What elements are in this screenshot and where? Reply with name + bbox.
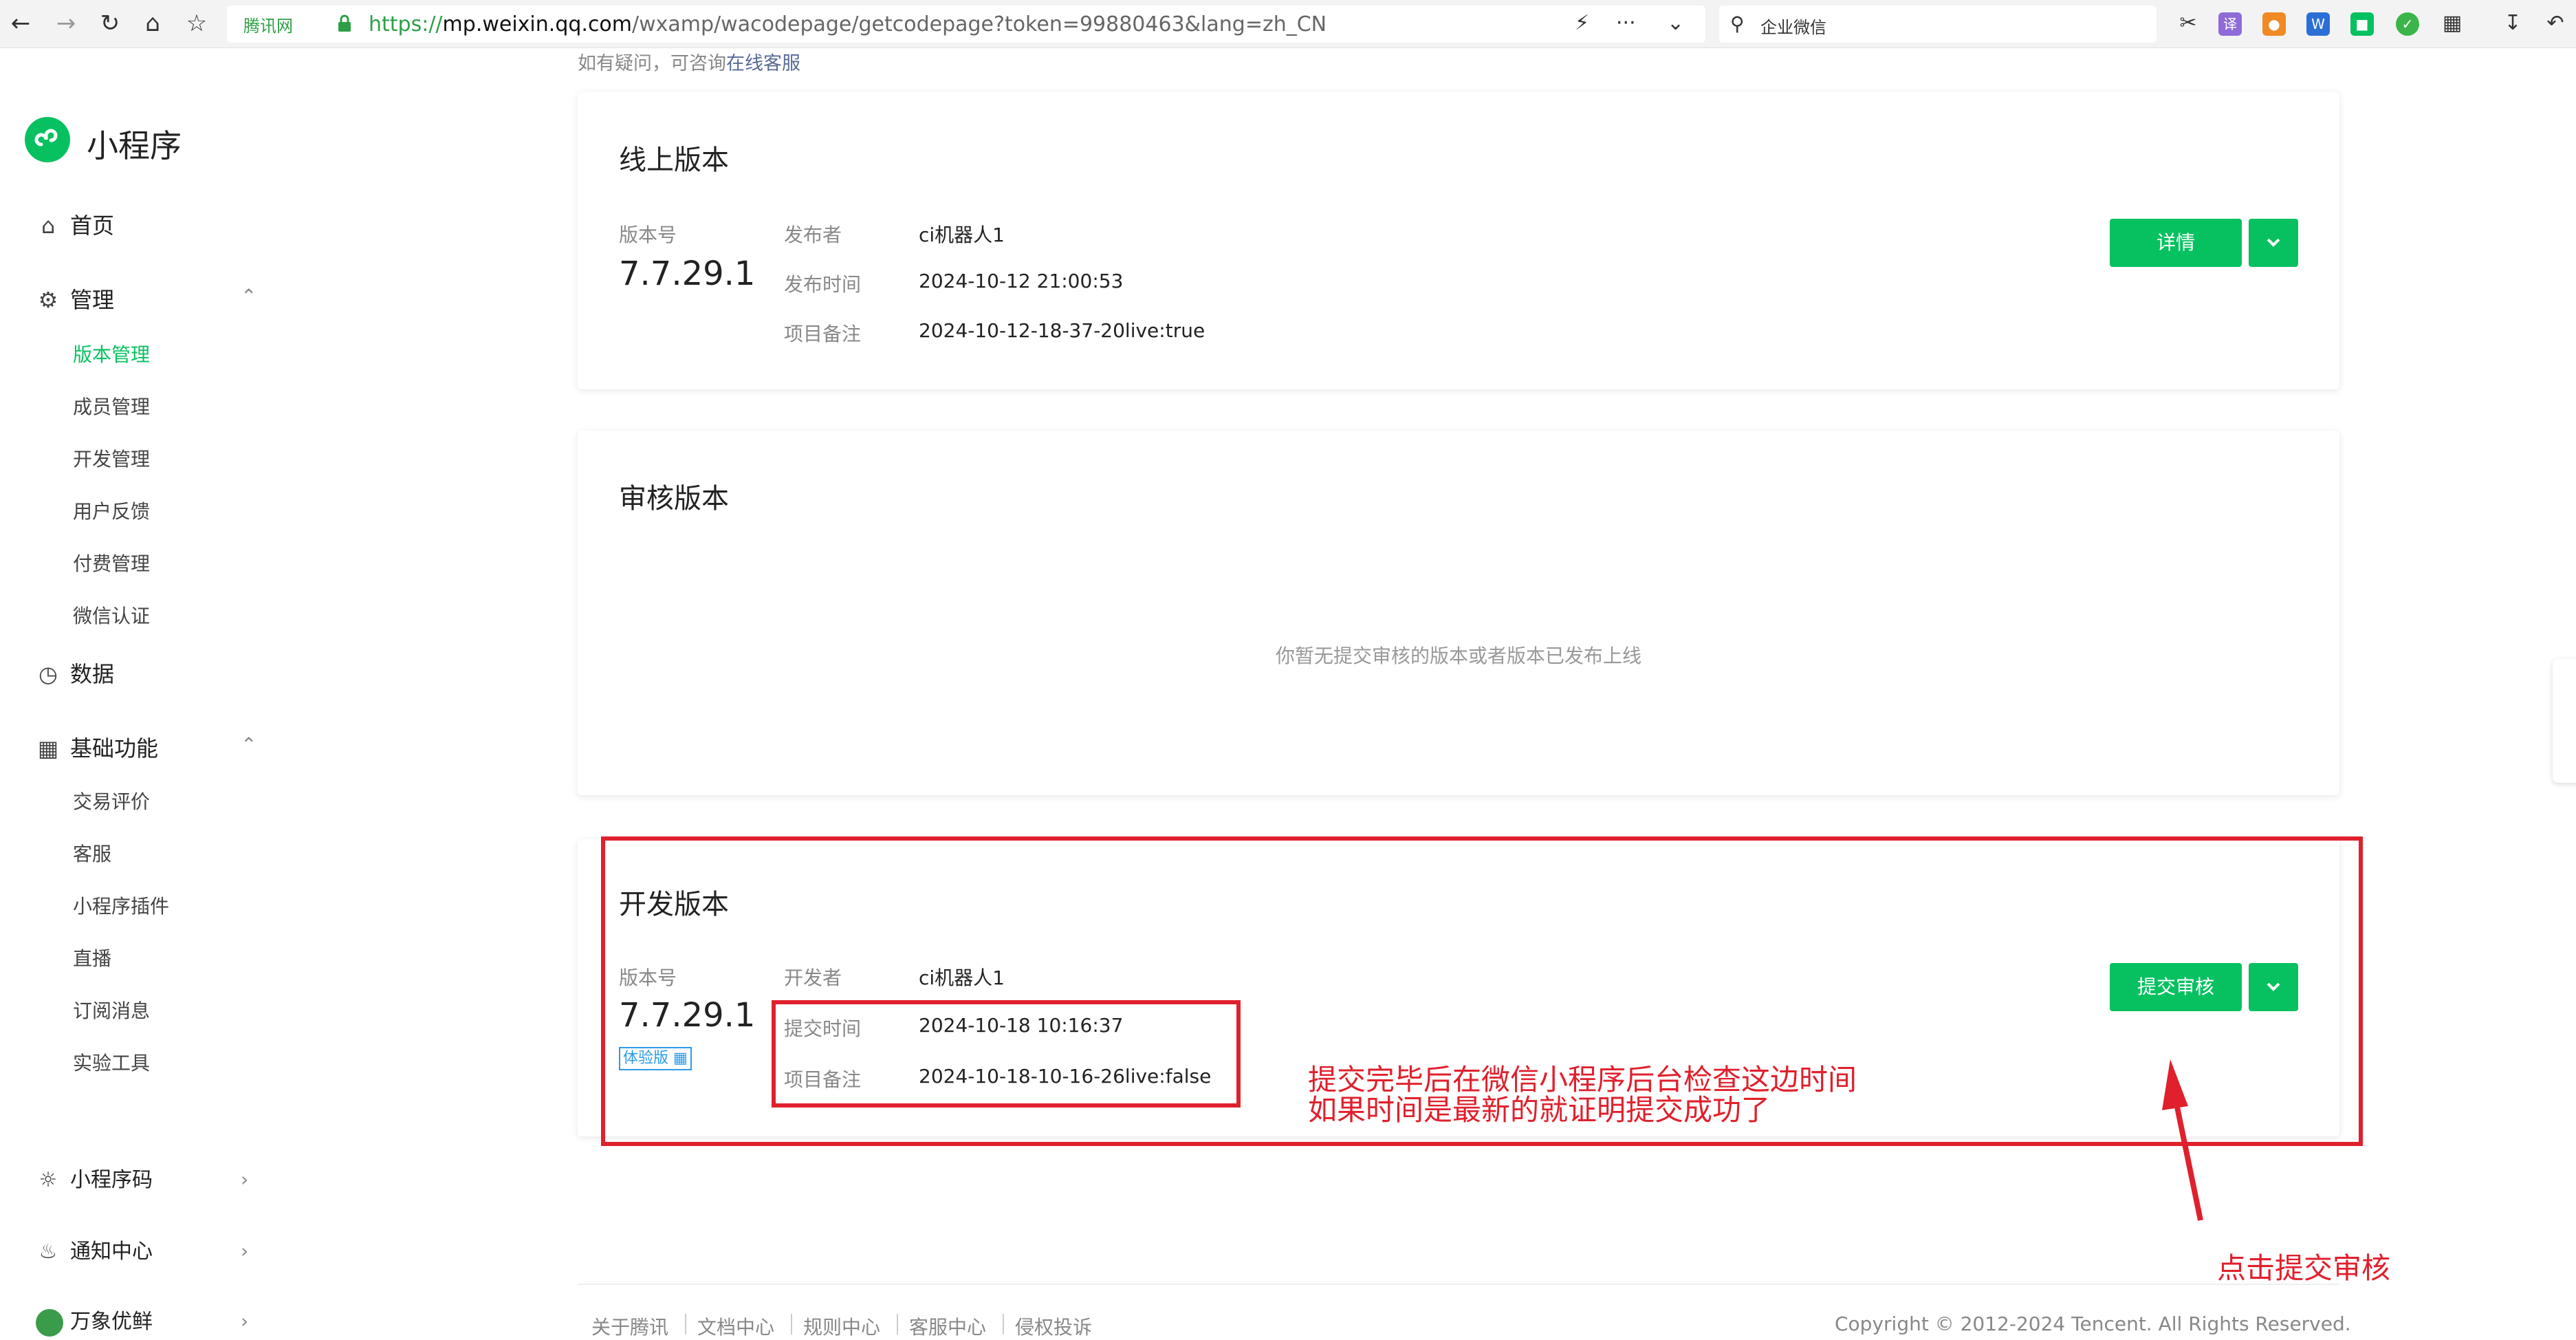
annotation-arrow — [2162, 1059, 2203, 1221]
sidebar-item-version-manage[interactable]: 版本管理 — [73, 340, 150, 370]
app-title: 小程序 — [87, 127, 182, 164]
footer-separator — [791, 1314, 792, 1334]
translate-extension-icon[interactable]: 译 — [2218, 12, 2242, 36]
chevron-right-icon[interactable]: › — [241, 1310, 248, 1332]
undo-icon[interactable]: ↶ — [2540, 8, 2570, 39]
footer-link-service[interactable]: 客服中心 — [909, 1312, 986, 1340]
floating-help-widget[interactable] — [2553, 659, 2576, 783]
annotation-click-hint: 点击提交审核 — [2217, 1251, 2391, 1285]
footer-copyright: Copyright © 2012-2024 Tencent. All Right… — [1835, 1312, 2351, 1335]
chevron-down-icon — [2267, 238, 2280, 247]
sun-icon: ☼ — [39, 1168, 58, 1192]
detail-button[interactable]: 详情 — [2110, 219, 2242, 267]
bolt-icon[interactable]: ⚡ — [1575, 11, 1589, 35]
search-icon: ⚲ — [1730, 12, 1745, 35]
note-value: 2024-10-12-18-37-20live:true — [919, 319, 1205, 342]
sidebar-item-plugin[interactable]: 小程序插件 — [73, 891, 169, 922]
chevron-down-icon[interactable]: ⌄ — [1667, 11, 1684, 35]
account-avatar-icon — [36, 1304, 63, 1340]
chevron-right-icon[interactable]: › — [241, 1168, 248, 1191]
sidebar-item-wechat-auth[interactable]: 微信认证 — [73, 601, 150, 631]
sidebar-item-data[interactable]: ◷ 数据 — [36, 656, 114, 692]
chat-extension-icon[interactable]: ■ — [2350, 12, 2374, 36]
sidebar-item-home[interactable]: ⌂ 首页 — [36, 208, 114, 244]
sidebar-item-lab-tools[interactable]: 实验工具 — [73, 1048, 150, 1079]
sidebar-item-manage[interactable]: ⚙ 管理 — [36, 282, 114, 318]
home-icon: ⌂ — [41, 213, 56, 239]
sidebar-item-live[interactable]: 直播 — [73, 944, 111, 974]
more-icon[interactable]: ··· — [1616, 11, 1636, 35]
download-icon[interactable]: ↧ — [2498, 8, 2528, 39]
footer-link-about[interactable]: 关于腾讯 — [591, 1312, 668, 1340]
sidebar-item-notify[interactable]: ♨ 通知中心 — [36, 1234, 153, 1270]
online-service-link[interactable]: 在线客服 — [726, 53, 800, 74]
sidebar-item-subscription[interactable]: 订阅消息 — [73, 996, 150, 1026]
publish-time-value: 2024-10-12 21:00:53 — [919, 270, 1124, 292]
search-input[interactable]: ⚲ 企业微信 — [1719, 6, 2157, 43]
pie-chart-icon: ◷ — [39, 661, 58, 687]
version-label: 版本号 — [619, 224, 677, 246]
forward-icon[interactable]: → — [51, 8, 81, 39]
footer-divider — [578, 1284, 2339, 1285]
lock-icon — [338, 14, 351, 32]
chevron-up-icon[interactable]: ⌃ — [241, 285, 256, 307]
footer-link-rules[interactable]: 规则中心 — [803, 1312, 880, 1340]
annotation-text-line2: 如果时间是最新的就证明提交成功了 — [1308, 1093, 1771, 1127]
bell-icon: ♨ — [39, 1240, 58, 1264]
home-icon[interactable]: ⌂ — [138, 8, 168, 39]
review-empty-text: 你暂无提交审核的版本或者版本已发布上线 — [1275, 645, 1641, 667]
miniprogram-logo-icon — [25, 117, 70, 162]
sidebar-item-user-feedback[interactable]: 用户反馈 — [73, 497, 150, 527]
help-hint: 如有疑问，可咨询在线客服 — [578, 53, 800, 74]
puzzle-icon[interactable]: ▦ — [2437, 8, 2467, 39]
publisher-value: ci机器人1 — [919, 224, 1005, 246]
review-version-title: 审核版本 — [619, 483, 729, 515]
chevron-up-icon[interactable]: ⌃ — [241, 733, 256, 756]
note-label: 项目备注 — [784, 323, 862, 345]
check-extension-icon[interactable]: ✓ — [2396, 12, 2419, 36]
word-extension-icon[interactable]: W — [2306, 12, 2330, 36]
sidebar-item-trade-review[interactable]: 交易评价 — [73, 787, 150, 817]
scissors-icon[interactable]: ✂ — [2173, 8, 2203, 39]
search-text: 企业微信 — [1760, 18, 1826, 37]
gear-icon: ⚙ — [38, 287, 58, 313]
star-icon[interactable]: ☆ — [182, 8, 212, 39]
sidebar-item-basic[interactable]: ▦ 基础功能 — [36, 731, 158, 766]
footer-separator — [1003, 1314, 1004, 1334]
back-icon[interactable]: ← — [6, 8, 36, 39]
site-label: 腾讯网 — [243, 17, 293, 36]
version-number: 7.7.29.1 — [619, 255, 756, 293]
footer-separator — [685, 1314, 686, 1334]
reload-icon[interactable]: ↻ — [95, 8, 125, 39]
chevron-right-icon[interactable]: › — [241, 1240, 248, 1262]
review-version-card: 审核版本 你暂无提交审核的版本或者版本已发布上线 — [578, 431, 2339, 795]
publisher-label: 发布者 — [784, 224, 842, 246]
footer-link-complaint[interactable]: 侵权投诉 — [1015, 1312, 1092, 1340]
sidebar-item-customer-service[interactable]: 客服 — [73, 839, 111, 869]
address-bar[interactable]: 腾讯网 https://mp.weixin.qq.com/wxamp/wacod… — [227, 6, 1705, 43]
online-version-title: 线上版本 — [619, 144, 729, 176]
online-version-card: 线上版本 版本号 7.7.29.1 发布者 ci机器人1 发布时间 2024-1… — [578, 92, 2339, 389]
grid-icon: ▦ — [37, 735, 59, 761]
sidebar-item-dev-manage[interactable]: 开发管理 — [73, 444, 150, 475]
sidebar-item-member-manage[interactable]: 成员管理 — [73, 392, 150, 422]
footer-separator — [897, 1314, 898, 1334]
browser-toolbar: ← → ↻ ⌂ ☆ 腾讯网 https://mp.weixin.qq.com/w… — [0, 0, 2576, 48]
sidebar-item-qrcode[interactable]: ☼ 小程序码 — [36, 1163, 153, 1198]
sidebar-item-account[interactable]: 万象优鲜 — [36, 1304, 153, 1340]
sidebar: 小程序 ⌂ 首页 ⚙ 管理 ⌃ 版本管理 成员管理 开发管理 用户反馈 付费管理 微… — [0, 48, 289, 1337]
annotation-box-submit-time — [772, 1000, 1241, 1107]
sidebar-item-payment-manage[interactable]: 付费管理 — [73, 549, 150, 579]
publish-time-label: 发布时间 — [784, 273, 862, 296]
footer-link-docs[interactable]: 文档中心 — [697, 1312, 774, 1340]
url-text: https://mp.weixin.qq.com/wxamp/wacodepag… — [369, 12, 1327, 36]
game-extension-icon[interactable]: ● — [2262, 12, 2286, 36]
online-dropdown-button[interactable] — [2249, 219, 2298, 267]
